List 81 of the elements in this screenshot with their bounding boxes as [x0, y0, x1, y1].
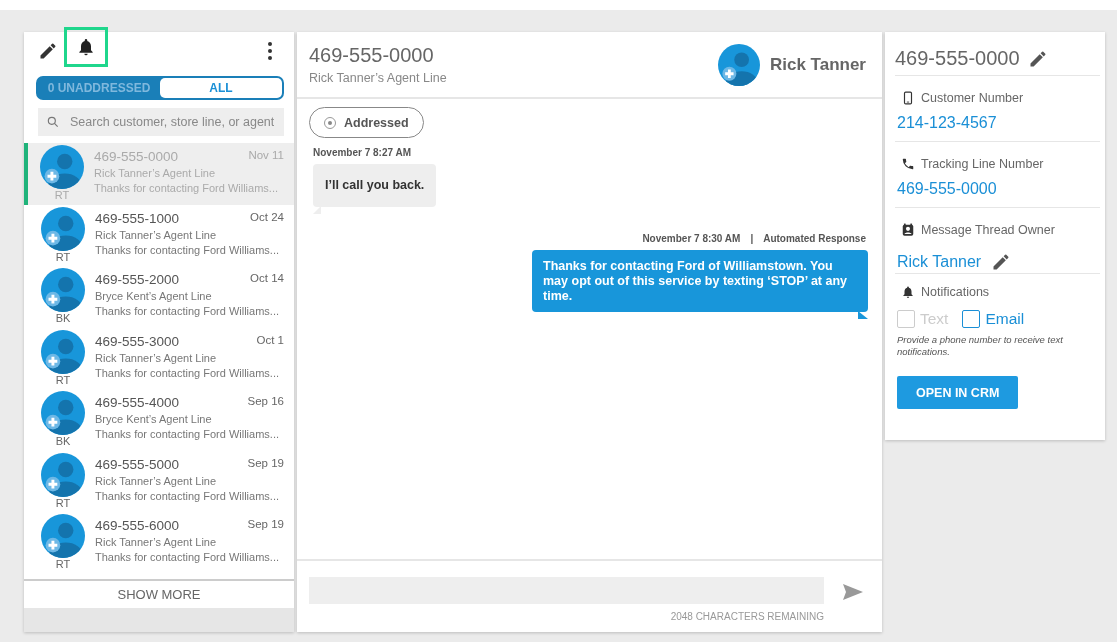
message-preview: Thanks for contacting Ford Williams... — [95, 489, 280, 502]
field-label: Customer Number — [921, 91, 1024, 105]
thread-number: 469-555-0000 — [309, 44, 435, 67]
conversation-date: Nov 11 — [248, 149, 284, 163]
notifications-button[interactable] — [64, 27, 108, 67]
field-label: Tracking Line Number — [921, 157, 1044, 171]
search-icon — [46, 115, 60, 129]
message-preview: Thanks for contacting Ford Williams... — [95, 551, 280, 563]
character-counter: 2048 CHARACTERS REMAINING — [670, 611, 824, 622]
conversation-item[interactable]: RT 469-555-5000 Sep 19 Rick Tanner’s Agent Line Thanks for contacting Ford Williams... — [24, 450, 294, 512]
message-preview: Thanks for contacting Ford Williams... — [95, 428, 280, 440]
message-source: Automated Response — [763, 233, 866, 244]
phone-number: 469-555-0000 — [94, 149, 179, 164]
field-value[interactable]: Rick Tanner — [897, 253, 982, 271]
message-preview: Thanks for contacting Ford Williams... — [95, 366, 280, 379]
agent-initials: RT — [55, 373, 71, 386]
badge-icon — [901, 222, 915, 238]
agent-line: Rick Tanner’s Agent Line — [95, 474, 218, 487]
agent-initials: RT — [55, 558, 71, 570]
avatar-icon — [41, 391, 85, 435]
avatar-icon — [41, 452, 85, 497]
filter-tab[interactable]: ALL — [160, 78, 282, 98]
hint-text: Provide a phone number to receive text notifications. — [897, 334, 1064, 358]
conversation-date: Oct 1 — [256, 333, 284, 348]
agent-line: Rick Tanner’s Agent Line — [95, 536, 218, 548]
field-value: 214-123-4567 — [897, 114, 997, 132]
conversation-date: Oct 14 — [250, 272, 284, 286]
bell-icon — [901, 284, 915, 300]
bubble-tail — [858, 311, 868, 319]
field-label: Message Thread Owner — [921, 223, 1055, 237]
avatar-icon — [41, 206, 85, 251]
owner-name: Rick Tanner — [769, 54, 866, 75]
conversation-date: Oct 24 — [250, 210, 284, 225]
agent-line: Rick Tanner’s Agent Line — [95, 228, 218, 241]
notification-checkbox[interactable]: Email — [962, 310, 1025, 328]
agent-initials: RT — [54, 189, 70, 201]
agent-initials: BK — [55, 435, 71, 447]
addressed-button[interactable]: Addressed — [309, 107, 424, 138]
mobile-phone-icon — [901, 90, 915, 106]
conversation-date: Sep 19 — [247, 518, 284, 532]
conversation-date: Sep 16 — [247, 395, 284, 409]
phone-icon — [901, 156, 915, 172]
phone-number: 469-555-3000 — [95, 333, 180, 349]
phone-number: 469-555-4000 — [95, 395, 180, 410]
agent-initials: RT — [55, 496, 71, 509]
conversation-item[interactable]: BK 469-555-2000 Oct 14 Bryce Kent’s Agent Line Thanks for contacting Ford Williams... — [24, 266, 294, 328]
agent-line: Rick Tanner’s Agent Line — [95, 351, 218, 364]
avatar-icon — [41, 329, 85, 374]
conversation-item[interactable]: RT 469-555-1000 Oct 24 Rick Tanner’s Agent Line Thanks for contacting Ford Williams... — [24, 204, 294, 266]
show-more-button[interactable]: SHOW MORE — [24, 579, 294, 608]
search-field[interactable]: Search customer, store line, or agent — [38, 108, 284, 136]
message-preview: Thanks for contacting Ford Williams... — [95, 243, 280, 256]
conversation-item[interactable]: RT 469-555-6000 Sep 19 Rick Tanner’s Agent Line Thanks for contacting Ford Williams... — [24, 512, 294, 574]
avatar-icon — [41, 514, 85, 558]
field-label: Notifications — [921, 285, 990, 299]
avatar-icon — [41, 268, 85, 312]
conversation-item[interactable]: RT 469-555-3000 Oct 1 Rick Tanner’s Agent Line Thanks for contacting Ford Williams... — [24, 327, 294, 389]
message-preview: Thanks for contacting Ford Williams... — [94, 182, 279, 194]
phone-number: 469-555-1000 — [95, 210, 180, 226]
menu-icon — [268, 42, 272, 60]
separator: | — [750, 233, 754, 244]
pencil-icon — [38, 41, 58, 61]
agent-line: Bryce Kent’s Agent Line — [95, 413, 213, 425]
avatar-icon — [717, 43, 760, 86]
agent-line: Rick Tanner’s Agent Line — [94, 167, 217, 179]
message-time: November 7 8:30 AM — [642, 233, 741, 244]
bell-icon — [76, 37, 96, 57]
message-time: November 7 8:27 AM — [313, 147, 411, 158]
agent-initials: BK — [55, 312, 71, 324]
details-title: 469-555-0000 — [895, 47, 1020, 70]
phone-number: 469-555-2000 — [95, 272, 180, 287]
phone-number: 469-555-6000 — [95, 518, 180, 533]
agent-line: Bryce Kent’s Agent Line — [95, 290, 213, 302]
agent-initials: RT — [55, 250, 71, 263]
field-value: 469-555-0000 — [897, 180, 997, 198]
phone-number: 469-555-5000 — [95, 456, 180, 472]
avatar-icon — [40, 145, 84, 189]
conversation-item[interactable]: BK 469-555-4000 Sep 16 Bryce Kent’s Agent Line Thanks for contacting Ford Williams... — [24, 389, 294, 451]
agent-line: Rick Tanner’s Agent Line — [309, 71, 448, 85]
conversation-date: Sep 19 — [247, 456, 284, 471]
message-preview: Thanks for contacting Ford Williams... — [95, 305, 280, 317]
